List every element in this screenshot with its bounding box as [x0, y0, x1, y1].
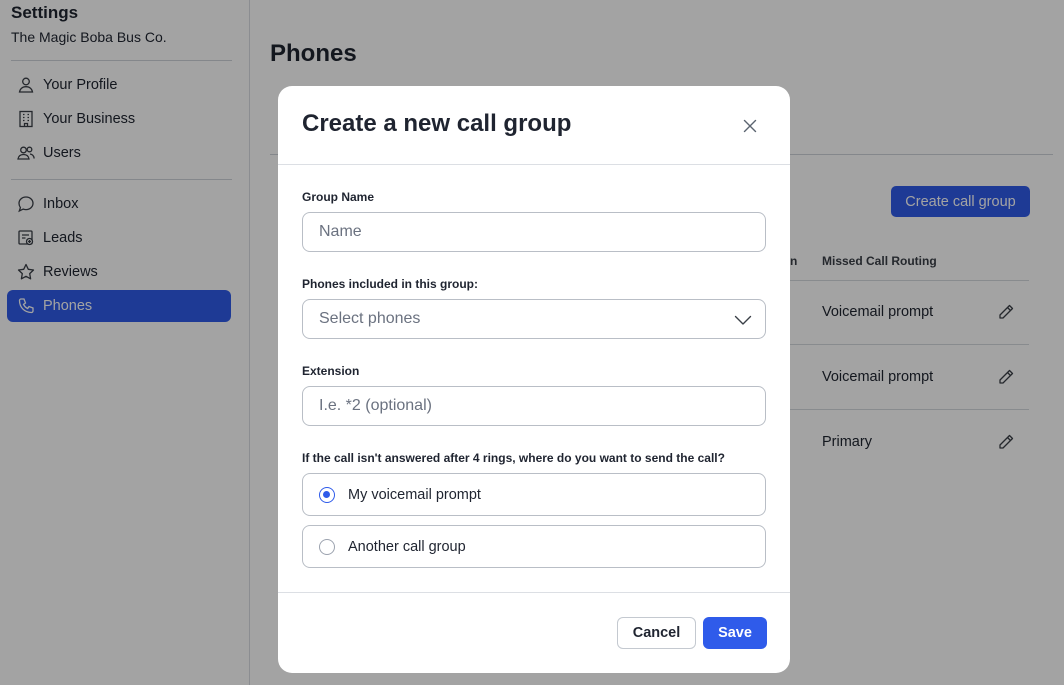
radio-label: My voicemail prompt [348, 487, 481, 503]
modal-title: Create a new call group [302, 110, 572, 137]
modal-header-divider [278, 164, 790, 165]
routing-question: If the call isn't answered after 4 rings… [302, 451, 725, 465]
create-call-group-modal: Create a new call group Group Name Phone… [278, 86, 790, 673]
modal-footer-divider [278, 592, 790, 593]
chevron-down-icon [733, 310, 753, 330]
save-button[interactable]: Save [703, 617, 767, 649]
radio-button-unchecked[interactable] [319, 539, 335, 555]
radio-my-voicemail-prompt[interactable]: My voicemail prompt [302, 473, 766, 516]
extension-label: Extension [302, 364, 360, 378]
select-phones-placeholder: Select phones [319, 310, 421, 327]
select-phones-dropdown[interactable]: Select phones [302, 299, 766, 339]
extension-input[interactable] [302, 386, 766, 426]
group-name-label: Group Name [302, 190, 375, 204]
radio-button-checked[interactable] [319, 487, 335, 503]
close-icon[interactable] [738, 116, 762, 136]
cancel-button[interactable]: Cancel [617, 617, 696, 649]
radio-another-call-group[interactable]: Another call group [302, 525, 766, 568]
phones-label: Phones included in this group: [302, 277, 478, 291]
group-name-input[interactable] [302, 212, 766, 252]
radio-label: Another call group [348, 539, 466, 555]
